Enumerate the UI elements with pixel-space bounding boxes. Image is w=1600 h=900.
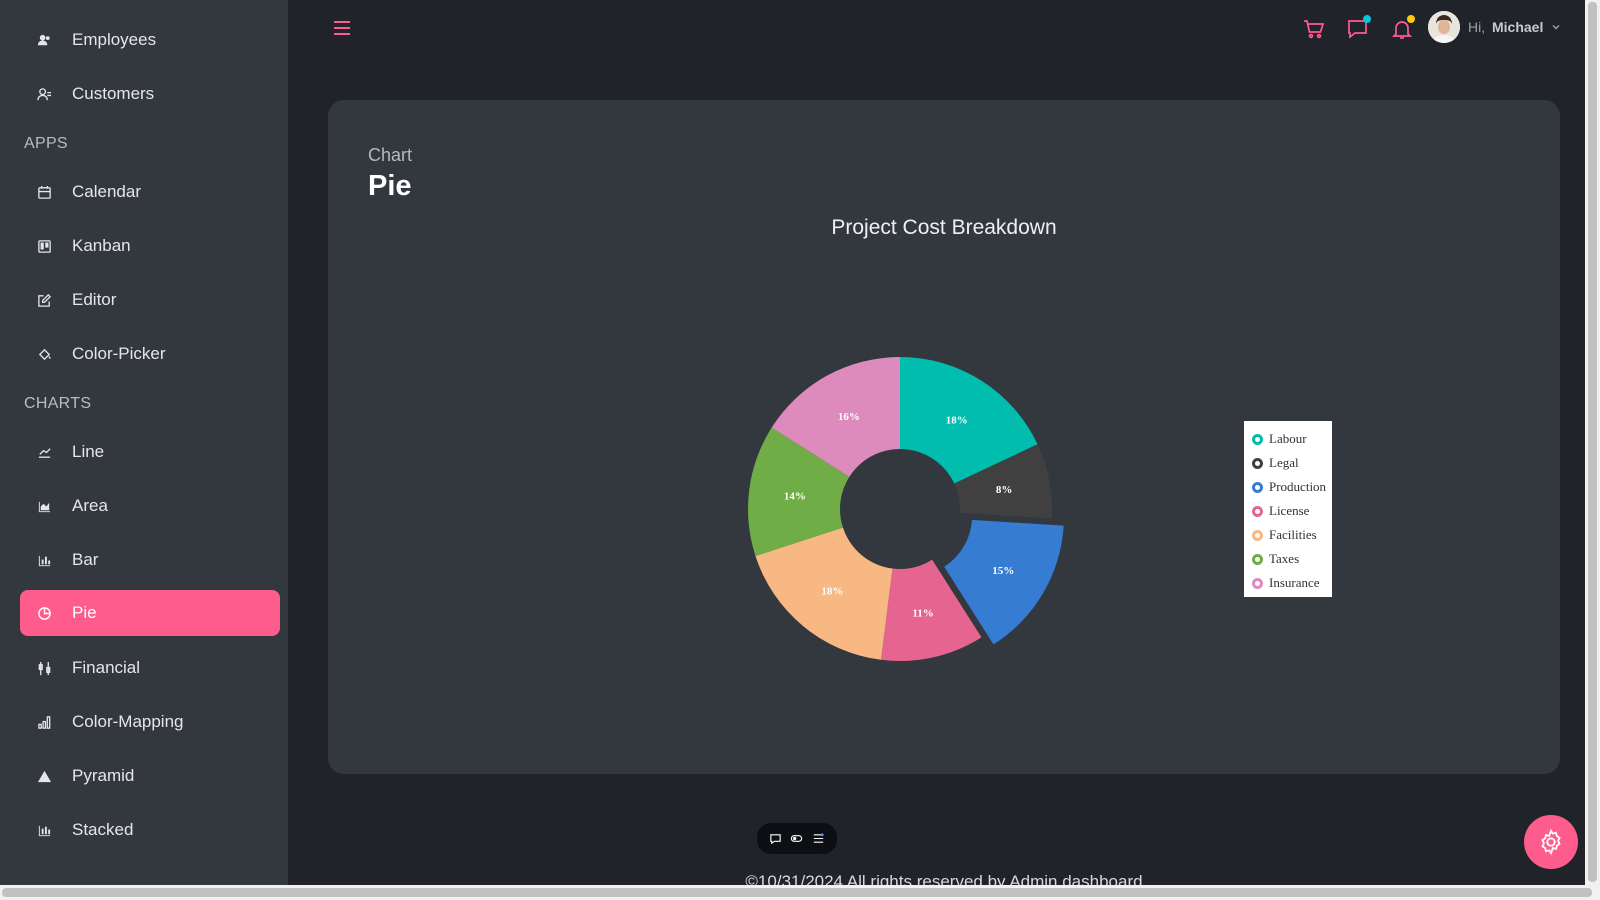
- slice-data-label: 16%: [838, 411, 860, 423]
- chart-legend: Labour Legal Production License Facilities Ta…: [1244, 421, 1332, 597]
- sidebar-item-color-picker[interactable]: Color-Picker: [20, 331, 280, 377]
- legend-marker-icon: [1252, 529, 1263, 541]
- sidebar-item-label: Pie: [72, 603, 97, 622]
- sidebar-item-label: Customers: [72, 84, 155, 103]
- sidebar-item-line[interactable]: Line: [20, 429, 280, 475]
- sidebar-item-label: Financial: [72, 658, 141, 677]
- vertical-scrollbar[interactable]: [1585, 0, 1600, 885]
- sidebar-item-bar[interactable]: Bar: [20, 537, 280, 583]
- sidebar: Employees Customers APPS Calendar Kanban…: [0, 0, 288, 885]
- legend-marker-icon: [1252, 553, 1263, 565]
- stacked-chart-icon: [36, 822, 52, 838]
- sidebar-item-label: Employees: [72, 30, 157, 49]
- sidebar-item-area[interactable]: Area: [20, 483, 280, 529]
- legend-item-legal[interactable]: Legal: [1252, 451, 1332, 475]
- sidebar-item-label: Color-Picker: [72, 344, 166, 363]
- sidebar-item-label: Stacked: [72, 820, 134, 839]
- slice-data-label: 14%: [784, 491, 806, 503]
- greeting-text: Hi,: [1468, 19, 1486, 35]
- sidebar-item-color-mapping[interactable]: Color-Mapping: [20, 699, 280, 745]
- cart-icon: [1304, 20, 1325, 39]
- scrollbar-thumb[interactable]: [2, 888, 1592, 897]
- legend-item-taxes[interactable]: Taxes: [1252, 547, 1332, 571]
- legend-label: Legal: [1269, 455, 1299, 470]
- sidebar-item-label: Area: [72, 496, 108, 515]
- customers-icon: [36, 86, 52, 102]
- sidebar-item-label: Editor: [72, 290, 117, 309]
- legend-item-production[interactable]: Production: [1252, 475, 1332, 499]
- scrollbar-thumb[interactable]: [1588, 2, 1597, 882]
- sidebar-item-financial[interactable]: Financial: [20, 645, 280, 691]
- avatar[interactable]: [1428, 11, 1460, 43]
- sidebar-item-pie[interactable]: Pie: [20, 590, 280, 636]
- slice-data-label: 8%: [996, 484, 1013, 496]
- pyramid-icon: [36, 768, 52, 784]
- sidebar-item-stacked[interactable]: Stacked: [20, 807, 280, 853]
- menu-toggle-button[interactable]: [333, 20, 351, 36]
- legend-marker-icon: [1252, 457, 1263, 469]
- horizontal-scrollbar[interactable]: [0, 885, 1600, 900]
- legend-marker-icon: [1252, 481, 1263, 493]
- legend-marker-icon: [1252, 505, 1263, 517]
- chart-card: Chart Pie Project Cost Breakdown 18% 8% 15…: [328, 100, 1560, 774]
- sidebar-item-label: Calendar: [72, 182, 141, 201]
- paint-bucket-icon: [36, 346, 52, 362]
- sidebar-item-label: Color-Mapping: [72, 712, 184, 731]
- slice-data-label: 15%: [992, 565, 1014, 577]
- calendar-icon: [36, 184, 52, 200]
- comment-icon[interactable]: [769, 832, 782, 845]
- notification-dot: [1407, 15, 1415, 23]
- kanban-icon: [36, 238, 52, 254]
- line-chart-icon: [36, 444, 52, 460]
- settings-button[interactable]: [1524, 815, 1578, 869]
- section-title-charts: CHARTS: [24, 395, 92, 412]
- financial-icon: [36, 660, 52, 676]
- area-chart-icon: [36, 498, 52, 514]
- slice-data-label: 18%: [821, 586, 843, 598]
- sidebar-item-label: Bar: [72, 550, 99, 569]
- sidebar-item-label: Line: [72, 442, 105, 461]
- legend-label: Insurance: [1269, 575, 1320, 590]
- cart-button[interactable]: [1302, 17, 1326, 41]
- chat-button[interactable]: [1346, 15, 1371, 41]
- sidebar-item-kanban[interactable]: Kanban: [20, 223, 280, 269]
- legend-item-facilities[interactable]: Facilities: [1252, 523, 1332, 547]
- pie-chart: 18% 8% 15% 11% 18% 14% 16%: [748, 357, 1064, 662]
- legend-label: License: [1269, 503, 1310, 518]
- signal-bars-icon: [36, 714, 52, 730]
- list-settings-icon[interactable]: [812, 832, 825, 845]
- legend-marker-icon: [1252, 577, 1263, 589]
- slice-data-label: 11%: [912, 607, 933, 619]
- sidebar-item-customers[interactable]: Customers: [20, 71, 280, 117]
- edit-icon: [36, 292, 52, 308]
- legend-item-labour[interactable]: Labour: [1252, 427, 1332, 451]
- sidebar-item-label: Pyramid: [72, 766, 135, 785]
- notifications-button[interactable]: [1390, 15, 1415, 41]
- section-title-apps: APPS: [24, 135, 68, 152]
- sidebar-item-calendar[interactable]: Calendar: [20, 169, 280, 215]
- chevron-down-icon[interactable]: [1551, 22, 1561, 32]
- legend-item-insurance[interactable]: Insurance: [1252, 571, 1332, 595]
- gear-icon: [1541, 828, 1561, 856]
- legend-label: Taxes: [1269, 551, 1300, 566]
- bar-chart-icon: [36, 552, 52, 568]
- legend-item-license[interactable]: License: [1252, 499, 1332, 523]
- user-name[interactable]: Michael: [1492, 19, 1543, 35]
- employees-icon: [36, 32, 52, 48]
- floating-toolbar: [757, 823, 837, 854]
- sidebar-item-employees[interactable]: Employees: [20, 17, 280, 63]
- legend-label: Facilities: [1269, 527, 1317, 542]
- pie-chart-icon: [36, 605, 52, 621]
- user-avatar-icon: [1428, 11, 1460, 43]
- legend-label: Labour: [1269, 431, 1307, 446]
- slice-data-label: 18%: [946, 415, 968, 427]
- hamburger-icon: [334, 21, 350, 35]
- sidebar-item-pyramid[interactable]: Pyramid: [20, 753, 280, 799]
- toggle-icon[interactable]: [790, 832, 803, 845]
- chat-notification-dot: [1363, 15, 1371, 23]
- legend-marker-icon: [1252, 433, 1263, 445]
- sidebar-item-label: Kanban: [72, 236, 131, 255]
- legend-label: Production: [1269, 479, 1327, 494]
- sidebar-item-editor[interactable]: Editor: [20, 277, 280, 323]
